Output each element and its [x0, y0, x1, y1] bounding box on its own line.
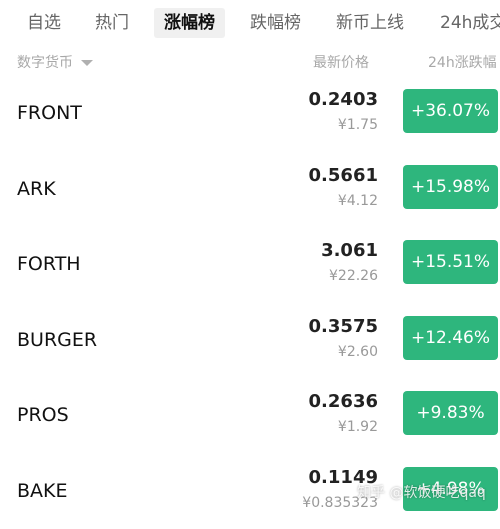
cny-price: ¥22.26: [329, 268, 378, 284]
change-badge[interactable]: +15.51%: [403, 240, 498, 284]
coin-symbol: BURGER: [17, 328, 98, 351]
last-price: 0.3575: [308, 315, 378, 337]
change-badge[interactable]: +36.07%: [403, 89, 498, 133]
last-price: 0.2636: [308, 391, 378, 412]
cny-price: ¥1.75: [337, 117, 378, 133]
tab-watchlist[interactable]: 自选: [27, 8, 61, 38]
watermark: 知乎 @软饭硬吃qaq: [357, 485, 486, 501]
change-header[interactable]: 24h涨跌幅: [428, 52, 497, 72]
cny-price: ¥2.60: [337, 343, 378, 360]
coin-symbol: PROS: [17, 404, 69, 426]
category-tabs: 自选 热门 涨幅榜 跌幅榜 新币上线 24h成交: [0, 0, 500, 44]
cny-price: ¥4.12: [337, 192, 378, 209]
cny-price: ¥1.92: [337, 419, 378, 435]
change-badge[interactable]: +12.46%: [403, 315, 498, 360]
coin-row[interactable]: FORTH 3.061 ¥22.26 +15.51%: [0, 226, 500, 302]
coin-row[interactable]: PROS 0.2636 ¥1.92 +9.83%: [0, 377, 500, 453]
last-price: 0.5661: [308, 164, 378, 186]
tab-24h-volume[interactable]: 24h成交: [440, 8, 500, 38]
currency-sort-dropdown[interactable]: 数字货币: [17, 52, 93, 72]
last-price: 0.2403: [308, 89, 378, 110]
tab-new-listings[interactable]: 新币上线: [336, 8, 404, 38]
caret-down-icon: [81, 60, 93, 66]
coin-symbol: ARK: [17, 177, 56, 200]
coin-row[interactable]: BURGER 0.3575 ¥2.60 +12.46%: [0, 302, 500, 378]
coin-row[interactable]: FRONT 0.2403 ¥1.75 +36.07%: [0, 75, 500, 151]
price-header[interactable]: 最新价格: [313, 52, 369, 72]
change-badge[interactable]: +15.98%: [403, 164, 498, 209]
coin-symbol: BAKE: [17, 479, 68, 502]
coin-symbol: FORTH: [17, 253, 81, 275]
change-badge[interactable]: +9.83%: [403, 391, 498, 435]
coin-row[interactable]: ARK 0.5661 ¥4.12 +15.98%: [0, 151, 500, 227]
last-price: 3.061: [321, 240, 378, 261]
tab-losers[interactable]: 跌幅榜: [250, 8, 301, 38]
coin-symbol: FRONT: [17, 102, 82, 124]
currency-header: 数字货币: [17, 55, 73, 71]
tab-gainers[interactable]: 涨幅榜: [154, 8, 225, 38]
tab-hot[interactable]: 热门: [95, 8, 129, 38]
